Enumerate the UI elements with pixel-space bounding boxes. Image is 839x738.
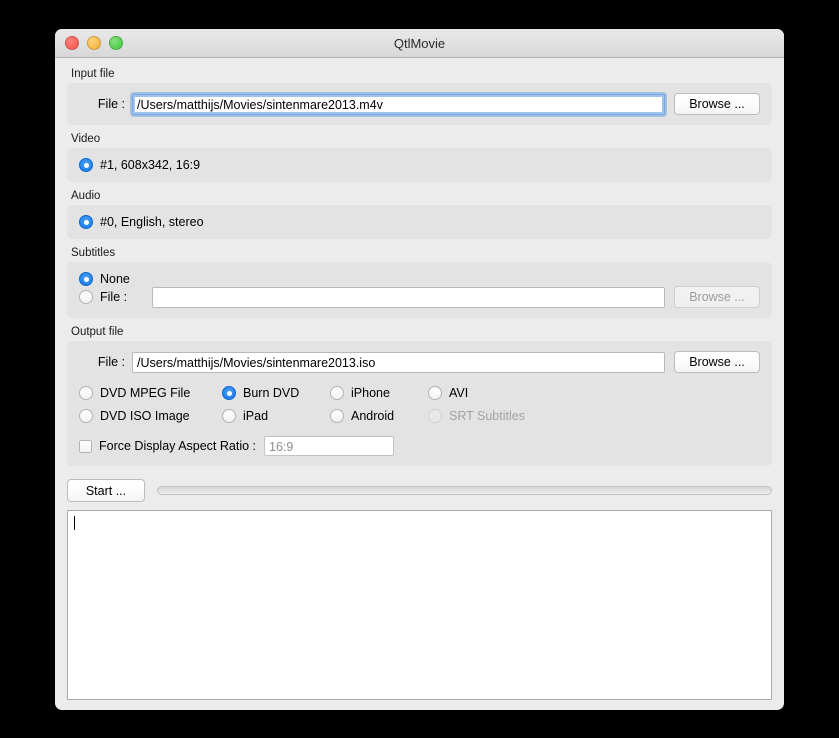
subtitles-group: Subtitles None File : Browse ... [67,245,772,318]
output-file-box: File : /Users/matthijs/Movies/sintenmare… [67,341,772,466]
output-file-field[interactable]: /Users/matthijs/Movies/sintenmare2013.is… [132,351,665,373]
action-row: Start ... [67,479,772,502]
radio-icon[interactable] [222,409,236,423]
minimize-button[interactable] [87,36,101,50]
format-option-iphone[interactable]: iPhone [330,386,428,400]
subtitles-browse-button: Browse ... [674,286,760,308]
video-stream-label: #1, 608x342, 16:9 [100,158,201,172]
format-label: iPad [243,409,269,423]
subtitles-none-label: None [100,272,130,286]
radio-icon[interactable] [79,290,93,304]
format-label: Burn DVD [243,386,300,400]
output-file-browse-button[interactable]: Browse ... [674,351,760,373]
radio-icon[interactable] [222,386,236,400]
input-file-label: File : [97,97,125,111]
format-option-android[interactable]: Android [330,409,428,423]
format-label: DVD ISO Image [100,409,190,423]
output-format-radio-group: DVD MPEG File Burn DVD iPhone AVI DVD IS… [79,386,760,423]
subtitles-file-row: File : Browse ... [79,286,760,308]
audio-group-title: Audio [71,190,101,202]
input-file-browse-button[interactable]: Browse ... [674,93,760,115]
format-label: SRT Subtitles [449,409,525,423]
format-option-srt-subtitles: SRT Subtitles [428,409,760,423]
radio-icon[interactable] [330,409,344,423]
radio-icon[interactable] [428,386,442,400]
output-file-group: Output file File : /Users/matthijs/Movie… [67,324,772,466]
radio-icon[interactable] [79,272,93,286]
audio-stream-option[interactable]: #0, English, stereo [79,215,760,229]
audio-group: Audio #0, English, stereo [67,188,772,239]
video-group-title: Video [71,133,101,145]
video-group: Video #1, 608x342, 16:9 [67,131,772,182]
format-label: AVI [449,386,469,400]
force-dar-label: Force Display Aspect Ratio : [99,439,257,453]
output-file-group-title: Output file [71,326,124,338]
force-dar-checkbox[interactable] [79,439,92,453]
audio-stream-label: #0, English, stereo [100,215,204,229]
format-label: DVD MPEG File [100,386,191,400]
subtitles-none-option[interactable]: None [79,272,760,286]
progress-bar [157,486,772,495]
subtitles-file-field[interactable] [152,286,665,308]
video-box: #1, 608x342, 16:9 [67,148,772,182]
subtitles-group-title: Subtitles [71,247,116,259]
input-file-row: File : /Users/matthijs/Movies/sintenmare… [79,93,760,115]
radio-icon[interactable] [79,409,93,423]
close-button[interactable] [65,36,79,50]
format-label: iPhone [351,386,390,400]
format-option-avi[interactable]: AVI [428,386,760,400]
output-file-label: File : [97,355,125,369]
format-option-dvd-iso-image[interactable]: DVD ISO Image [79,409,222,423]
audio-box: #0, English, stereo [67,205,772,239]
window-content: Input file File : /Users/matthijs/Movies… [55,58,784,710]
radio-icon[interactable] [330,386,344,400]
application-window: QtlMovie Input file File : /Users/matthi… [55,29,784,710]
format-option-burn-dvd[interactable]: Burn DVD [222,386,330,400]
force-dar-row: Force Display Aspect Ratio : 16:9 [79,436,760,456]
video-stream-option[interactable]: #1, 608x342, 16:9 [79,158,760,172]
text-caret [74,516,75,530]
radio-icon[interactable] [79,158,93,172]
title-bar: QtlMovie [55,29,784,58]
subtitles-file-label: File : [100,290,128,304]
output-file-row: File : /Users/matthijs/Movies/sintenmare… [79,351,760,373]
radio-icon[interactable] [79,215,93,229]
input-file-box: File : /Users/matthijs/Movies/sintenmare… [67,83,772,125]
start-button[interactable]: Start ... [67,479,145,502]
log-text-area[interactable] [67,510,772,700]
window-controls [65,36,123,50]
dar-value-field[interactable]: 16:9 [264,436,395,456]
format-option-dvd-mpeg-file[interactable]: DVD MPEG File [79,386,222,400]
input-file-group: Input file File : /Users/matthijs/Movies… [67,66,772,125]
radio-icon [428,409,442,423]
format-label: Android [351,409,395,423]
radio-icon[interactable] [79,386,93,400]
subtitles-box: None File : Browse ... [67,262,772,318]
format-option-ipad[interactable]: iPad [222,409,330,423]
zoom-button[interactable] [109,36,123,50]
window-title: QtlMovie [393,35,446,51]
input-file-group-title: Input file [71,68,115,80]
input-file-field[interactable]: /Users/matthijs/Movies/sintenmare2013.m4… [132,93,665,115]
